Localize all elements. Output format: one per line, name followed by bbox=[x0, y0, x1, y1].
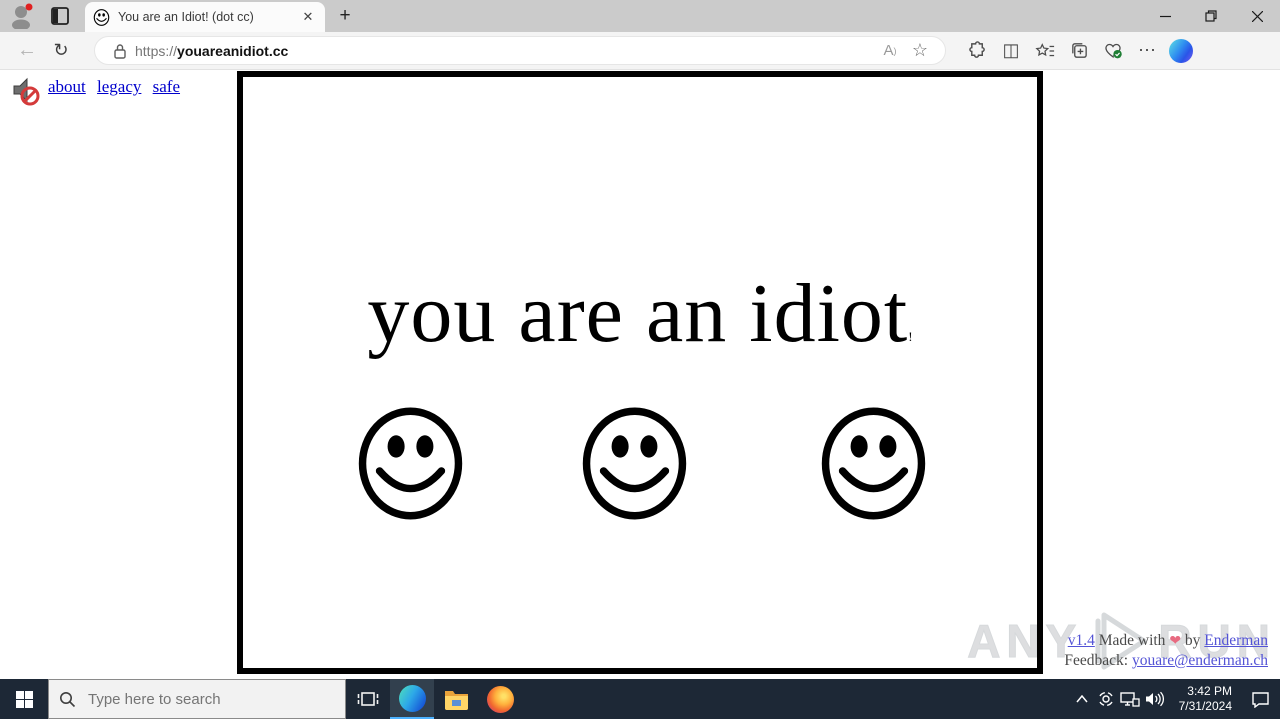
author-link[interactable]: Enderman bbox=[1204, 632, 1268, 649]
sandbox-agent-icon[interactable] bbox=[1094, 679, 1118, 719]
taskbar-edge-icon[interactable] bbox=[390, 679, 434, 719]
browser-toolbar: ← ↻ https://youareanidiot.cc A) ☆ ◫ ⋯ bbox=[0, 32, 1280, 70]
action-center-icon[interactable] bbox=[1240, 679, 1280, 719]
minimize-window-icon[interactable] bbox=[1142, 0, 1188, 32]
search-icon bbox=[60, 691, 76, 707]
file-explorer-icon[interactable] bbox=[434, 679, 478, 719]
close-tab-icon[interactable]: ✕ bbox=[299, 8, 317, 26]
back-icon[interactable]: ← bbox=[10, 36, 44, 66]
muted-speaker-icon[interactable] bbox=[10, 75, 42, 107]
tab-title: You are an Idiot! (dot cc) bbox=[118, 10, 254, 24]
page-nav-links: about legacy safe bbox=[48, 77, 187, 97]
page-footer: v1.4 Made with ❤ by Enderman Feedback: y… bbox=[1064, 631, 1268, 671]
windows-logo-icon bbox=[15, 690, 33, 708]
smiley-face-icon bbox=[357, 407, 464, 520]
page-viewport: about legacy safe you are an idiot! ANY … bbox=[0, 70, 1280, 679]
new-tab-button[interactable]: + bbox=[334, 5, 356, 27]
read-aloud-icon[interactable]: A) bbox=[875, 38, 905, 64]
taskbar-search[interactable] bbox=[48, 679, 346, 719]
smiley-face-icon bbox=[581, 407, 688, 520]
favorites-list-icon[interactable] bbox=[1028, 36, 1062, 66]
volume-icon[interactable] bbox=[1142, 679, 1166, 719]
headline-exclamation: ! bbox=[908, 329, 913, 344]
browser-titlebar: You are an Idiot! (dot cc) ✕ + bbox=[0, 0, 1280, 32]
safe-link[interactable]: safe bbox=[153, 77, 180, 96]
extensions-icon[interactable] bbox=[960, 36, 994, 66]
heart-icon: ❤ bbox=[1169, 633, 1182, 649]
page-headline: you are an idiot bbox=[367, 267, 909, 360]
clock-time: 3:42 PM bbox=[1187, 684, 1232, 698]
idiot-frame: you are an idiot! bbox=[237, 71, 1043, 674]
lock-icon bbox=[114, 43, 126, 59]
restore-window-icon[interactable] bbox=[1188, 0, 1234, 32]
close-window-icon[interactable] bbox=[1234, 0, 1280, 32]
legacy-link[interactable]: legacy bbox=[97, 77, 141, 96]
tab-actions-menu-icon[interactable] bbox=[50, 6, 70, 26]
smiley-face-icon bbox=[820, 407, 927, 520]
firefox-icon[interactable] bbox=[478, 679, 522, 719]
browser-essentials-icon[interactable] bbox=[1096, 36, 1130, 66]
about-link[interactable]: about bbox=[48, 77, 86, 96]
browser-tab[interactable]: You are an Idiot! (dot cc) ✕ bbox=[85, 2, 325, 32]
tray-chevron-up-icon[interactable] bbox=[1070, 679, 1094, 719]
footer-credit-line: v1.4 Made with ❤ by Enderman bbox=[1067, 632, 1268, 649]
version-link[interactable]: v1.4 bbox=[1068, 632, 1095, 649]
refresh-icon[interactable]: ↻ bbox=[44, 36, 78, 66]
address-bar[interactable]: https://youareanidiot.cc A) ☆ bbox=[94, 36, 946, 65]
copilot-icon[interactable] bbox=[1164, 36, 1198, 66]
more-options-icon[interactable]: ⋯ bbox=[1130, 36, 1164, 66]
clock-date: 7/31/2024 bbox=[1178, 699, 1232, 713]
favorite-star-icon[interactable]: ☆ bbox=[905, 38, 935, 64]
collections-icon[interactable] bbox=[1062, 36, 1096, 66]
task-view-icon[interactable] bbox=[346, 679, 390, 719]
network-icon[interactable] bbox=[1118, 679, 1142, 719]
windows-taskbar: 3:42 PM 7/31/2024 bbox=[0, 679, 1280, 719]
search-input[interactable] bbox=[88, 690, 318, 708]
start-button[interactable] bbox=[0, 679, 48, 719]
system-tray: 3:42 PM 7/31/2024 bbox=[1070, 679, 1280, 719]
split-screen-icon[interactable]: ◫ bbox=[994, 36, 1028, 66]
smiley-favicon-icon bbox=[93, 9, 110, 26]
taskbar-clock[interactable]: 3:42 PM 7/31/2024 bbox=[1172, 684, 1232, 714]
url-text: https://youareanidiot.cc bbox=[135, 42, 289, 59]
feedback-email-link[interactable]: youare@enderman.ch bbox=[1132, 652, 1268, 669]
profile-avatar-icon[interactable] bbox=[8, 3, 36, 29]
footer-feedback-line: Feedback: youare@enderman.ch bbox=[1064, 652, 1268, 669]
